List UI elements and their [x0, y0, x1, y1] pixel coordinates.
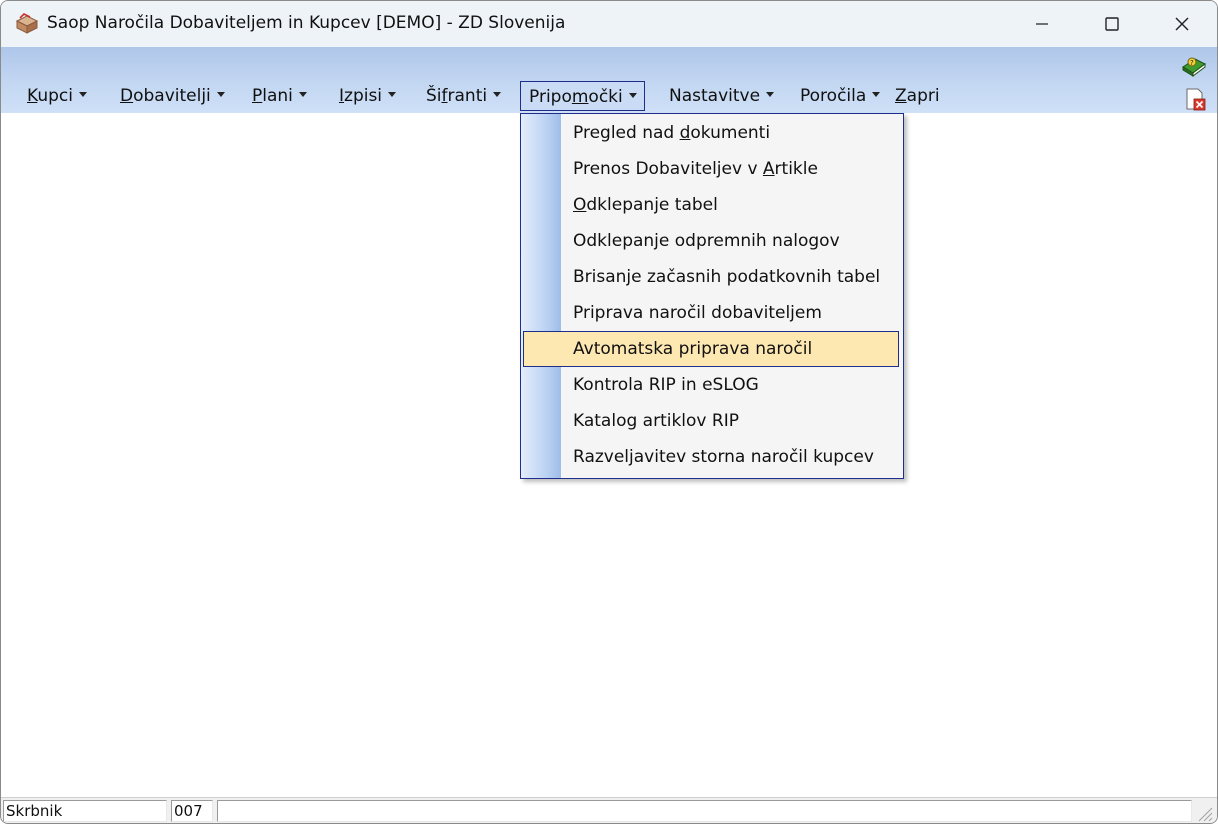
status-bar: Skrbnik 007 [1, 797, 1217, 823]
menu-dobavitelji[interactable]: Dobavitelji [112, 81, 233, 111]
menu-nastavitve[interactable]: Nastavitve [661, 81, 782, 111]
app-package-icon [15, 13, 39, 34]
title-bar: Saop Naročila Dobaviteljem in Kupcev [DE… [1, 1, 1217, 47]
menu-item-odklepanje-tabel[interactable]: Odklepanje tabel [523, 187, 899, 223]
chevron-down-icon [388, 91, 397, 97]
chevron-down-icon [766, 91, 775, 97]
menu-pripomocki[interactable]: Pripomočki [520, 81, 645, 111]
svg-text:?: ? [1190, 59, 1194, 67]
chevron-down-icon [78, 91, 87, 97]
close-icon [1175, 17, 1189, 31]
chevron-down-icon [493, 91, 502, 97]
menu-item-razveljavitev-storna[interactable]: Razveljavitev storna naročil kupcev [523, 439, 899, 475]
menu-izpisi[interactable]: Izpisi [331, 81, 404, 111]
menu-item-prenos-dobaviteljev[interactable]: Prenos Dobaviteljev v Artikle [523, 151, 899, 187]
status-code: 007 [171, 800, 213, 822]
app-window: Saop Naročila Dobaviteljem in Kupcev [DE… [0, 0, 1218, 824]
menu-sifranti[interactable]: Šifranti [418, 81, 509, 111]
menu-item-odklepanje-odpremnih-nalogov[interactable]: Odklepanje odpremnih nalogov [523, 223, 899, 259]
status-user: Skrbnik [3, 800, 167, 822]
menu-item-brisanje-zacasnih-tabel[interactable]: Brisanje začasnih podatkovnih tabel [523, 259, 899, 295]
menu-item-kontrola-rip-eslog[interactable]: Kontrola RIP in eSLOG [523, 367, 899, 403]
minimize-icon [1036, 23, 1048, 25]
menu-item-pregled-nad-dokumenti[interactable]: Pregled nad dokumenti [523, 115, 899, 151]
status-message [217, 800, 1192, 822]
close-button[interactable] [1147, 1, 1217, 47]
help-book-icon[interactable]: ? [1181, 53, 1207, 77]
pripomocki-dropdown-menu: Pregled nad dokumenti Prenos Dobavitelje… [520, 113, 904, 479]
minimize-button[interactable] [1007, 1, 1077, 47]
menu-bar: Kupci Dobavitelji Plani Izpisi Šifranti … [1, 47, 1217, 113]
chevron-down-icon [298, 91, 307, 97]
menu-porocila[interactable]: Poročila [792, 81, 888, 111]
maximize-icon [1105, 17, 1119, 31]
window-title: Saop Naročila Dobaviteljem in Kupcev [DE… [47, 13, 566, 33]
menu-item-avtomatska-priprava-narocil[interactable]: Avtomatska priprava naročil [523, 331, 899, 367]
chevron-down-icon [216, 91, 225, 97]
menu-item-katalog-artiklov-rip[interactable]: Katalog artiklov RIP [523, 403, 899, 439]
menu-zapri[interactable]: Zapri [887, 81, 948, 111]
maximize-button[interactable] [1077, 1, 1147, 47]
resize-grip-icon[interactable] [1195, 804, 1213, 822]
menu-plani[interactable]: Plani [244, 81, 315, 111]
close-document-icon[interactable] [1183, 87, 1207, 111]
menu-kupci[interactable]: Kupci [19, 81, 95, 111]
chevron-down-icon [872, 91, 881, 97]
menu-item-priprava-narocil[interactable]: Priprava naročil dobaviteljem [523, 295, 899, 331]
chevron-down-icon [628, 92, 637, 98]
